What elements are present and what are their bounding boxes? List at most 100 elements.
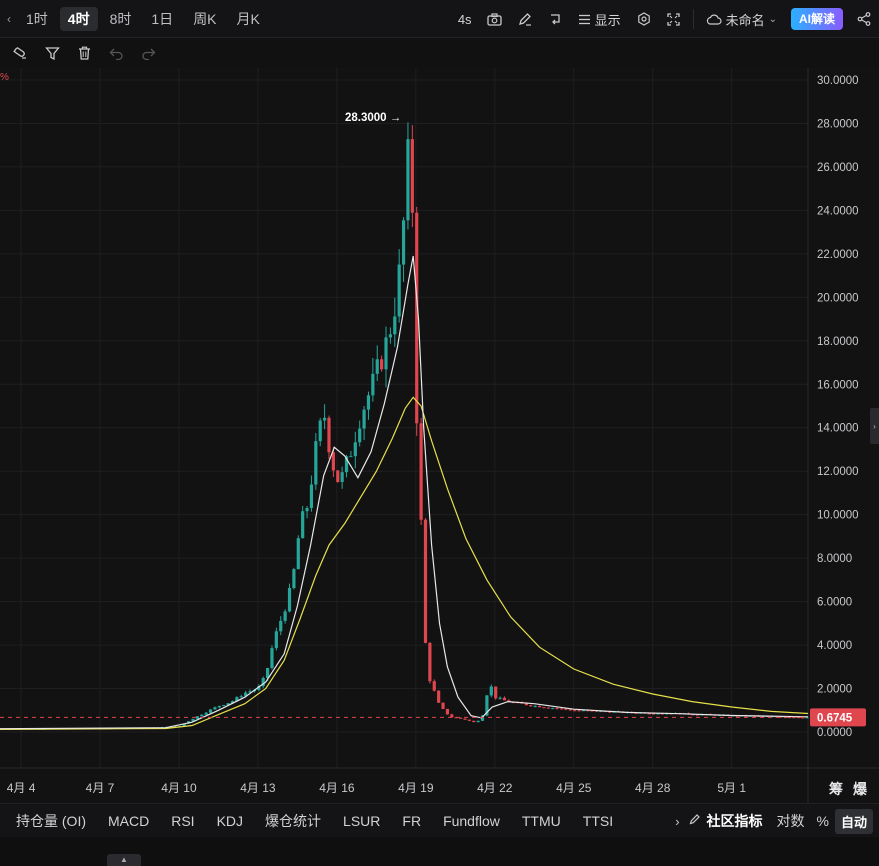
toolbar-actions: 4s 显示 未命名 ⌄ AI解读 xyxy=(450,0,879,38)
list-icon xyxy=(578,14,590,24)
candle-body xyxy=(301,511,305,539)
price-tick-label: 10.0000 xyxy=(817,510,859,522)
price-tick-label: 0.0000 xyxy=(817,727,852,739)
toolbar-divider xyxy=(692,9,694,29)
indicator-bar-right: › 社区指标 对数 % 自动 xyxy=(669,804,879,838)
camera-icon[interactable] xyxy=(480,0,510,38)
panel-drag-handle[interactable]: ▲ xyxy=(107,854,141,866)
candle-body xyxy=(573,710,577,712)
price-tick-label: 12.0000 xyxy=(817,466,859,478)
candle-body xyxy=(292,569,296,588)
cloud-icon xyxy=(706,14,722,25)
price-tick-label: 24.0000 xyxy=(817,205,859,217)
candle-body xyxy=(437,690,441,703)
candle-body xyxy=(432,681,436,691)
price-tick-label: 18.0000 xyxy=(817,336,859,348)
high-price-label: 28.3000 → xyxy=(345,112,401,124)
indicator-kdj[interactable]: KDJ xyxy=(206,813,254,829)
candle-body xyxy=(195,716,199,719)
indicator-ttmu[interactable]: TTMU xyxy=(511,813,572,829)
trash-icon[interactable] xyxy=(68,39,100,67)
settings-icon[interactable] xyxy=(629,0,659,38)
timeframe-8h[interactable]: 8时 xyxy=(102,7,140,31)
layout-selector[interactable]: 未命名 ⌄ xyxy=(698,0,785,38)
candle-body xyxy=(568,709,572,711)
indicator-macd[interactable]: MACD xyxy=(97,813,160,829)
indicator-fr[interactable]: FR xyxy=(391,813,432,829)
candle-body xyxy=(397,264,401,317)
price-chart[interactable]: 30.0000 28.0000 26.0000 24.0000 22.0000 20.00… xyxy=(0,68,879,803)
timeframe-1d[interactable]: 1日 xyxy=(143,7,181,31)
candle-body xyxy=(577,710,581,712)
filter-icon[interactable] xyxy=(36,39,68,67)
candle-body xyxy=(305,508,309,512)
candle-body xyxy=(287,587,292,612)
candle-body xyxy=(419,423,423,520)
candle-body xyxy=(467,719,471,721)
indicator-fundflow[interactable]: Fundflow xyxy=(432,813,511,829)
candle-body xyxy=(208,709,213,713)
indicator-liquidation[interactable]: 爆仓统计 xyxy=(254,811,332,831)
timeframe-week[interactable]: 周K xyxy=(185,7,224,31)
price-tick-label: 8.0000 xyxy=(817,553,852,565)
display-button[interactable]: 显示 xyxy=(570,0,629,38)
candle-body xyxy=(331,452,335,471)
indicator-rsi[interactable]: RSI xyxy=(160,813,205,829)
candle-body xyxy=(380,359,384,370)
candlestick-chart[interactable]: 30.0000 28.0000 26.0000 24.0000 22.0000 20.00… xyxy=(0,68,879,803)
drawing-toolbar xyxy=(0,38,879,68)
candle-body xyxy=(533,705,537,707)
interval-button[interactable]: 4s xyxy=(450,0,480,38)
indicator-bar: 持仓量 (OI) MACD RSI KDJ 爆仓统计 LSUR FR Fundf… xyxy=(0,803,879,838)
community-indicators-button[interactable]: 社区指标 xyxy=(704,811,771,831)
date-tick-label: 4月 4 xyxy=(7,781,36,795)
candle-body xyxy=(283,611,287,621)
candle-body xyxy=(362,409,366,429)
edit-icon[interactable] xyxy=(686,812,704,830)
collapse-sidebar-handle[interactable]: › xyxy=(870,408,879,444)
pencil-icon[interactable] xyxy=(510,0,540,38)
candle-body xyxy=(489,686,493,696)
date-tick-label: 4月 28 xyxy=(635,781,671,795)
date-tick-label: 4月 16 xyxy=(319,781,355,795)
timeframe-month[interactable]: 月K xyxy=(229,7,268,31)
timeframe-4h[interactable]: 4时 xyxy=(59,6,98,31)
chevron-right-icon[interactable]: › xyxy=(669,814,685,829)
redo-icon[interactable] xyxy=(132,39,164,67)
indicator-oi[interactable]: 持仓量 (OI) xyxy=(5,811,97,831)
replay-icon[interactable] xyxy=(540,0,570,38)
fullscreen-icon[interactable] xyxy=(659,0,689,38)
price-tick-label: 2.0000 xyxy=(817,684,852,696)
candle-body xyxy=(358,428,362,443)
liquidation-map-button[interactable]: 爆 xyxy=(853,781,868,797)
timeframe-1h[interactable]: 1时 xyxy=(18,7,56,31)
candle-body xyxy=(546,707,550,709)
last-price-label: 0.6745 xyxy=(817,712,853,724)
indicator-ttsi[interactable]: TTSI xyxy=(572,813,624,829)
candle-body xyxy=(239,696,243,698)
date-tick-label: 4月 7 xyxy=(86,781,115,795)
price-tick-label: 20.0000 xyxy=(817,292,859,304)
candle-body xyxy=(423,519,428,643)
magnet-icon[interactable] xyxy=(4,39,36,67)
candle-body xyxy=(537,705,542,708)
candle-body xyxy=(274,631,278,649)
share-icon[interactable] xyxy=(849,0,879,38)
candle-body xyxy=(296,538,300,570)
timeframe-scroll-icon[interactable]: ‹ xyxy=(0,12,18,26)
date-tick-label: 4月 22 xyxy=(477,781,513,795)
indicator-lsur[interactable]: LSUR xyxy=(332,813,391,829)
percent-scale-toggle[interactable]: % xyxy=(811,813,835,829)
log-scale-toggle[interactable]: 对数 xyxy=(771,811,811,831)
auto-scale-toggle[interactable]: 自动 xyxy=(834,808,873,834)
candle-body xyxy=(323,417,327,421)
candle-body xyxy=(805,717,809,719)
candle-body xyxy=(371,373,375,396)
candle-body xyxy=(787,717,792,719)
chip-distribution-button[interactable]: 筹 xyxy=(829,781,843,797)
price-tick-label: 22.0000 xyxy=(817,249,859,261)
ai-interpret-button[interactable]: AI解读 xyxy=(790,8,843,30)
candle-body xyxy=(401,220,406,265)
undo-icon[interactable] xyxy=(100,39,132,67)
price-tick-label: 30.0000 xyxy=(817,75,859,87)
